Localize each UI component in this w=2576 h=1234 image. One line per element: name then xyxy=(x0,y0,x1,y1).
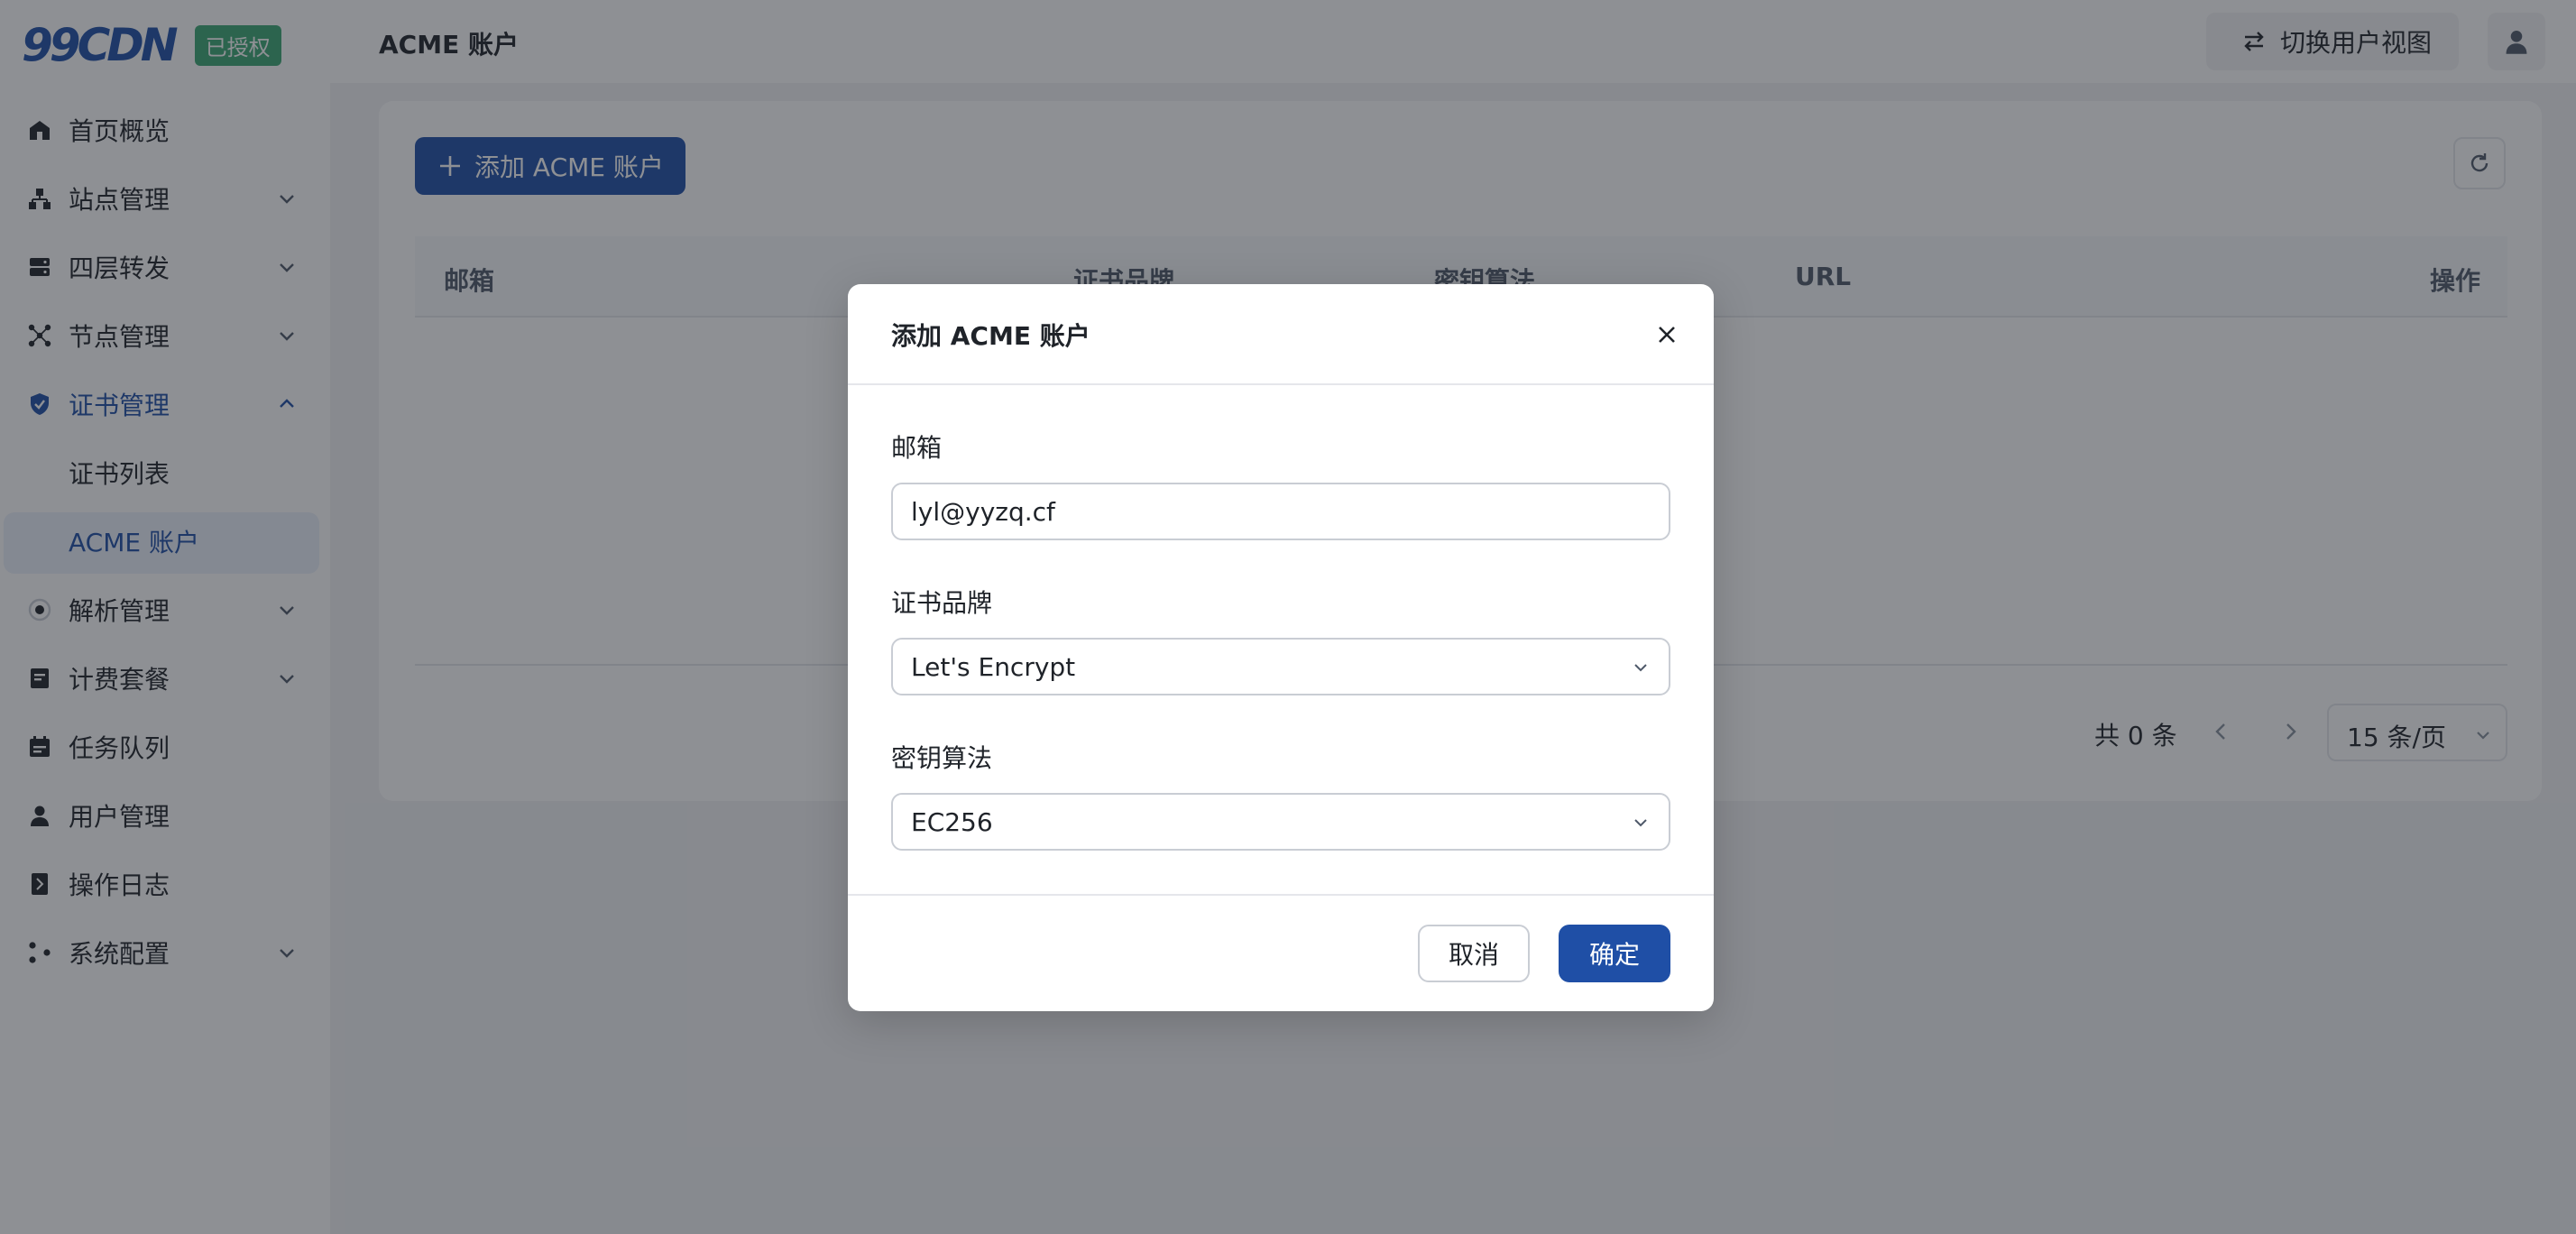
email-field-wrapper xyxy=(891,483,1670,540)
chevron-down-icon xyxy=(1634,664,1647,672)
cert-brand-label: 证书品牌 xyxy=(891,588,993,618)
modal-title: 添加 ACME 账户 xyxy=(891,321,1090,351)
modal-header: 添加 ACME 账户 xyxy=(848,284,1714,385)
chevron-down-icon xyxy=(1634,819,1647,827)
cert-brand-value: Let's Encrypt xyxy=(911,652,1076,682)
email-field[interactable] xyxy=(911,484,1651,539)
cert-brand-select[interactable]: Let's Encrypt xyxy=(891,638,1670,695)
close-icon xyxy=(1659,327,1675,343)
modal-close-button[interactable] xyxy=(1652,320,1681,349)
cancel-button[interactable]: 取消 xyxy=(1418,925,1530,982)
modal-footer: 取消 确定 xyxy=(848,894,1714,1013)
key-algorithm-value: EC256 xyxy=(911,807,993,837)
add-acme-account-modal: 添加 ACME 账户 邮箱 证书品牌 Let's Encrypt 密钥算法 EC… xyxy=(848,284,1714,1011)
key-algorithm-label: 密钥算法 xyxy=(891,743,993,773)
key-algorithm-select[interactable]: EC256 xyxy=(891,793,1670,851)
confirm-button[interactable]: 确定 xyxy=(1559,925,1670,982)
email-label: 邮箱 xyxy=(891,433,943,463)
